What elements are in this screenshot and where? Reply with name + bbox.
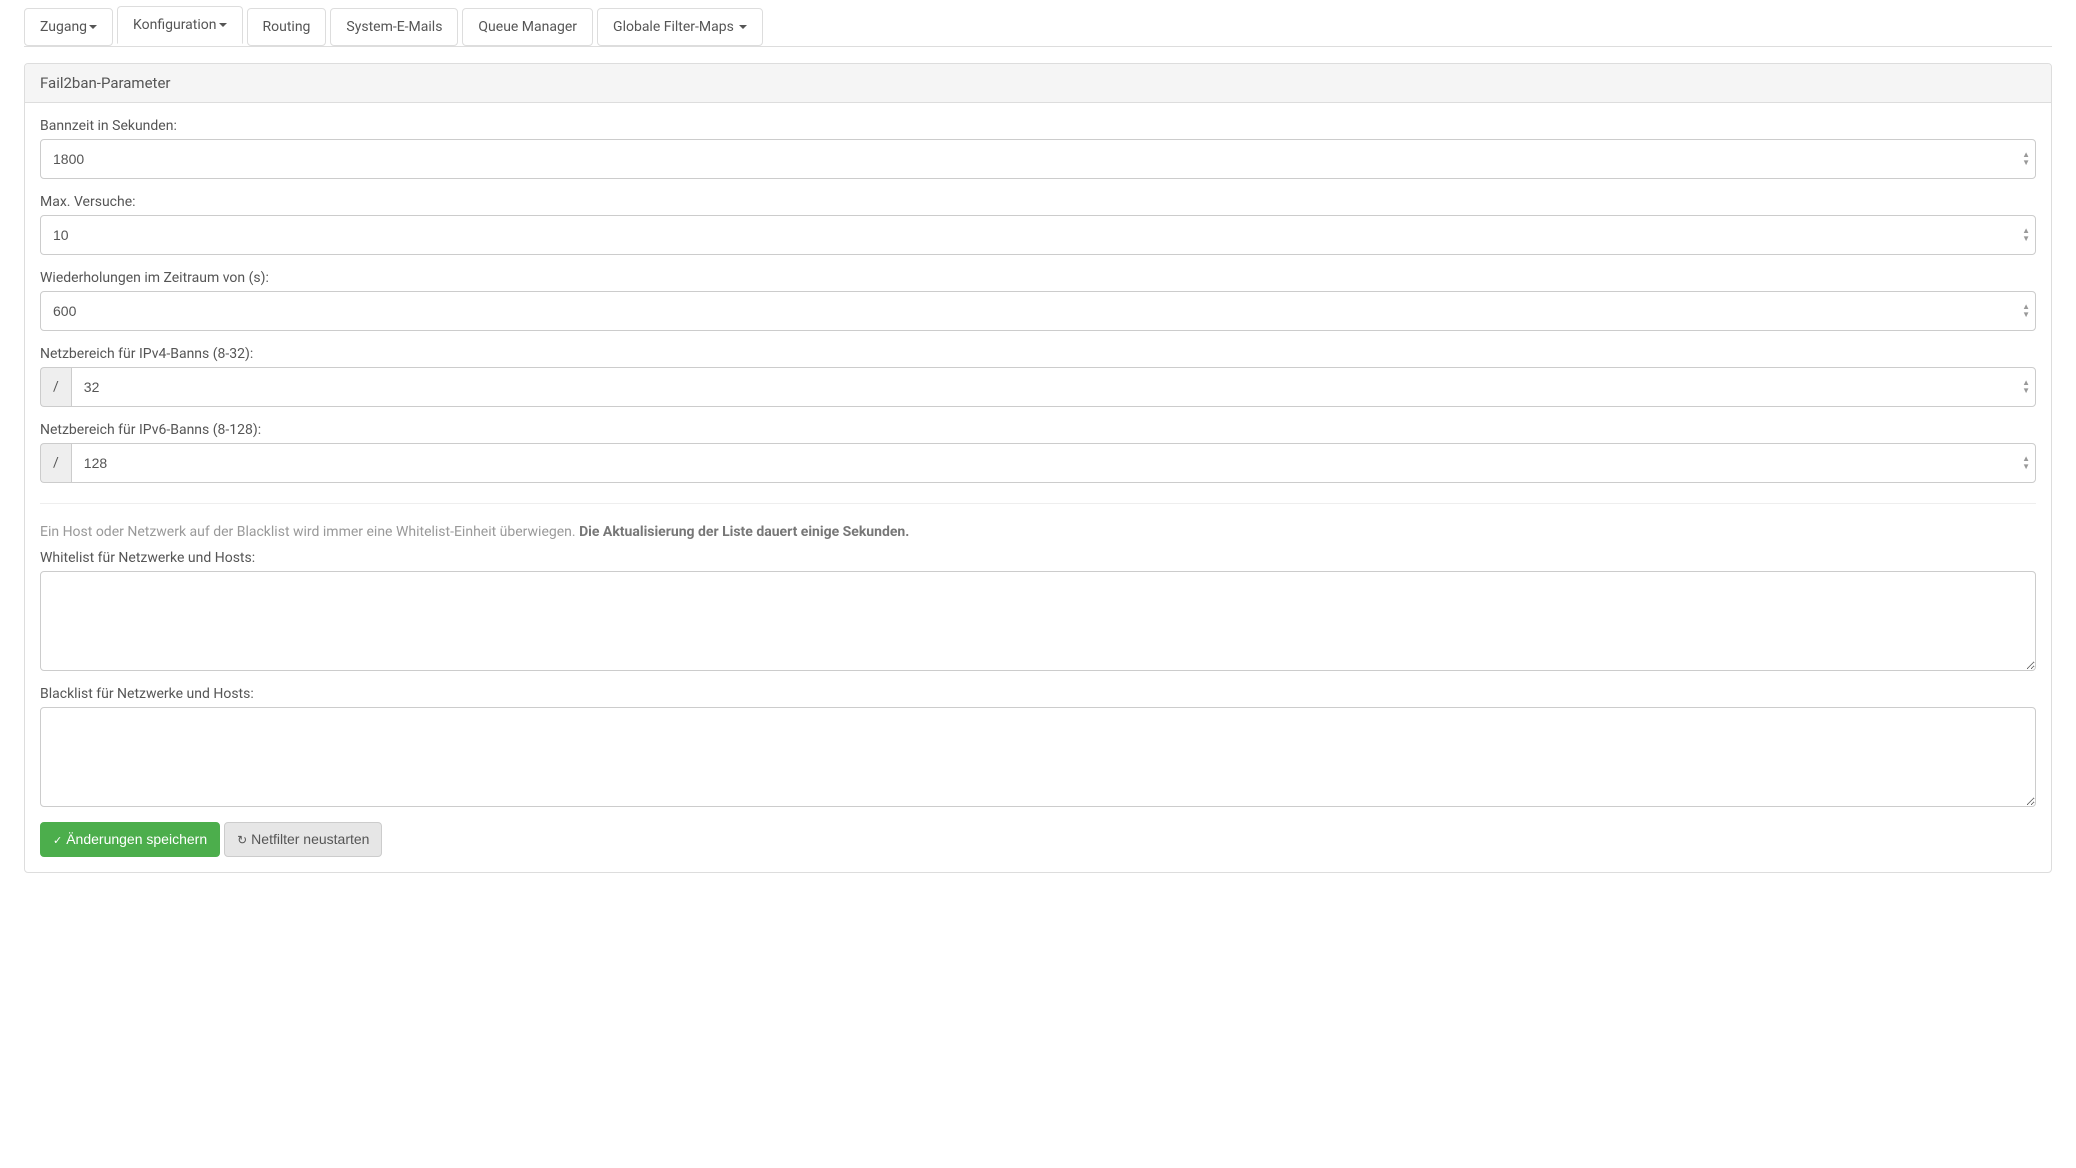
ipv4-label: Netzbereich für IPv4-Banns (8-32): bbox=[40, 346, 2036, 362]
tab-konfiguration[interactable]: Konfiguration bbox=[117, 6, 242, 44]
hint-text-normal: Ein Host oder Netzwerk auf der Blacklist… bbox=[40, 524, 579, 540]
tab-label: Konfiguration bbox=[133, 17, 216, 33]
retry-window-input[interactable] bbox=[40, 291, 2036, 331]
panel-title: Fail2ban-Parameter bbox=[25, 64, 2051, 103]
refresh-icon bbox=[237, 831, 251, 847]
max-attempts-input[interactable] bbox=[40, 215, 2036, 255]
ipv6-label: Netzbereich für IPv6-Banns (8-128): bbox=[40, 422, 2036, 438]
restart-netfilter-button[interactable]: Netfilter neustarten bbox=[224, 822, 382, 857]
tab-routing[interactable]: Routing bbox=[247, 8, 327, 46]
ipv6-prefix: / bbox=[40, 443, 71, 483]
check-icon bbox=[53, 831, 66, 847]
hint-text-bold: Die Aktualisierung der Liste dauert eini… bbox=[579, 524, 909, 540]
whitelist-textarea[interactable] bbox=[40, 571, 2036, 671]
save-button-label: Änderungen speichern bbox=[66, 831, 207, 847]
ipv6-input[interactable] bbox=[71, 443, 2036, 483]
retry-window-label: Wiederholungen im Zeitraum von (s): bbox=[40, 270, 2036, 286]
blacklist-label: Blacklist für Netzwerke und Hosts: bbox=[40, 686, 2036, 702]
tab-label: Globale Filter-Maps bbox=[613, 19, 734, 35]
divider bbox=[40, 503, 2036, 504]
tab-system-emails[interactable]: System-E-Mails bbox=[330, 8, 458, 46]
caret-down-icon bbox=[739, 25, 747, 29]
ipv4-prefix: / bbox=[40, 367, 71, 407]
save-button[interactable]: Änderungen speichern bbox=[40, 822, 220, 857]
blacklist-textarea[interactable] bbox=[40, 707, 2036, 807]
ipv4-input[interactable] bbox=[71, 367, 2036, 407]
nav-tabs: Zugang Konfiguration Routing System-E-Ma… bbox=[24, 6, 2052, 47]
hint-text: Ein Host oder Netzwerk auf der Blacklist… bbox=[40, 524, 2036, 540]
caret-down-icon bbox=[219, 23, 227, 27]
caret-down-icon bbox=[89, 25, 97, 29]
tab-zugang[interactable]: Zugang bbox=[24, 8, 113, 46]
max-attempts-label: Max. Versuche: bbox=[40, 194, 2036, 210]
tab-globale-filter-maps[interactable]: Globale Filter-Maps bbox=[597, 8, 763, 46]
tab-queue-manager[interactable]: Queue Manager bbox=[462, 8, 593, 46]
ban-time-label: Bannzeit in Sekunden: bbox=[40, 118, 2036, 134]
tab-label: Zugang bbox=[40, 19, 87, 35]
restart-button-label: Netfilter neustarten bbox=[251, 831, 369, 847]
ban-time-input[interactable] bbox=[40, 139, 2036, 179]
whitelist-label: Whitelist für Netzwerke und Hosts: bbox=[40, 550, 2036, 566]
fail2ban-panel: Fail2ban-Parameter Bannzeit in Sekunden:… bbox=[24, 63, 2052, 873]
